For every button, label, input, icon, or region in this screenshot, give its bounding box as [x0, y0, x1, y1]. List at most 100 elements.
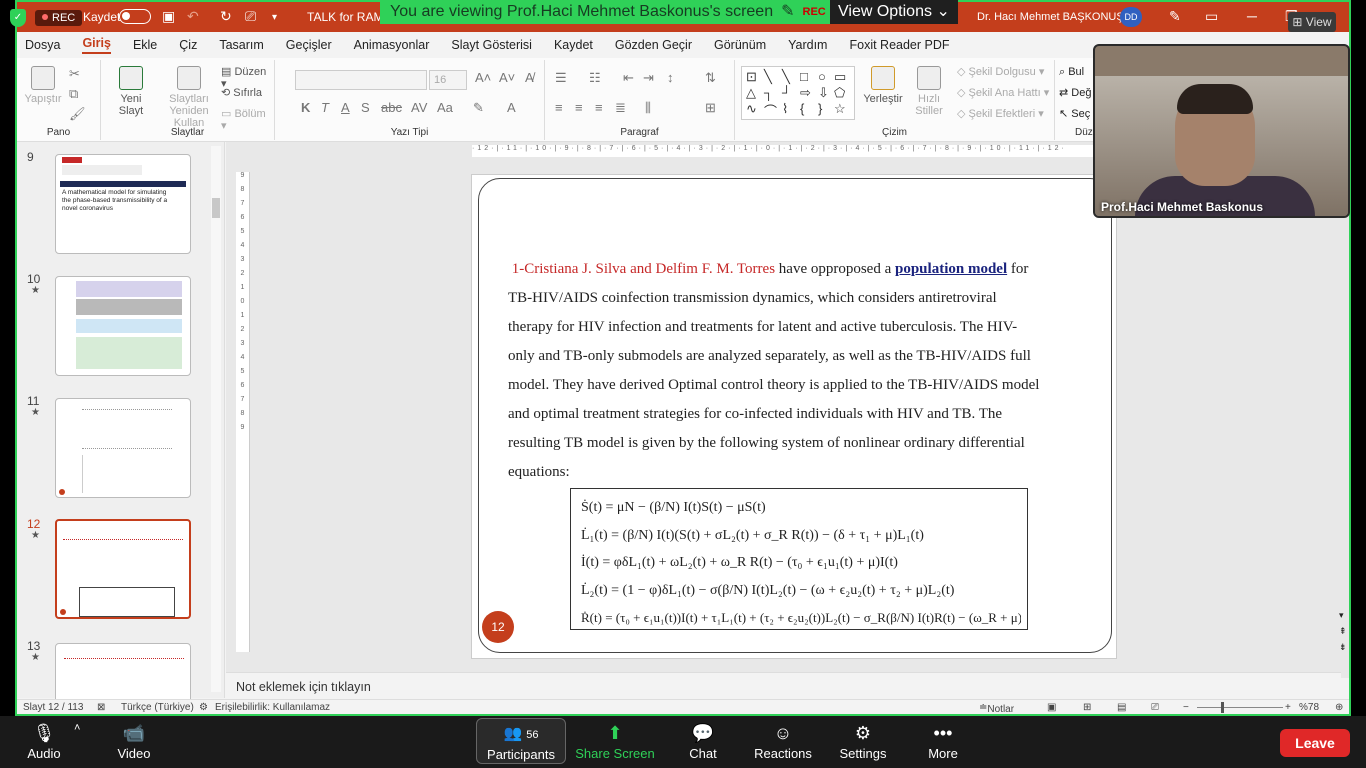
triangle-shape-icon[interactable]: △ — [746, 85, 756, 101]
select-button[interactable]: ↖ Seç — [1059, 108, 1090, 120]
highlight-icon[interactable]: ✎ — [473, 100, 484, 116]
minimize-icon[interactable]: ─ — [1247, 8, 1257, 24]
notes-pane[interactable]: Not eklemek için tıklayın — [226, 672, 1341, 696]
slide-thumbnail-12[interactable] — [55, 519, 191, 619]
zoom-in-icon[interactable]: + — [1285, 702, 1291, 713]
align-left-icon[interactable]: ≡ — [555, 100, 563, 115]
elbow-shape-icon[interactable]: ┐ — [764, 85, 773, 100]
cut-icon[interactable]: ✂ — [69, 66, 80, 82]
autosave-toggle[interactable] — [119, 9, 151, 24]
underline-icon[interactable]: A — [341, 100, 350, 115]
share-screen-button[interactable]: ⬆ Share Screen — [575, 722, 655, 761]
numbering-icon[interactable]: ☷ — [589, 70, 601, 86]
next-slide-icon[interactable]: ⇟ — [1339, 642, 1347, 653]
slide-thumbnail-11[interactable] — [55, 398, 191, 498]
bullets-icon[interactable]: ☰ — [555, 70, 567, 86]
brace-right-shape-icon[interactable]: } — [818, 101, 822, 116]
star-shape-icon[interactable]: ☆ — [834, 101, 846, 117]
tab-gorunum[interactable]: Görünüm — [714, 38, 766, 52]
shrink-font-icon[interactable]: A˅ — [499, 70, 515, 85]
slideshow-icon[interactable]: ⎚ — [1151, 702, 1159, 713]
line-spacing-icon[interactable]: ↕ — [667, 70, 674, 85]
smartart-icon[interactable]: ⊞ — [705, 100, 716, 116]
save-icon[interactable]: ▣ — [162, 8, 175, 25]
italic-icon[interactable]: T — [321, 100, 329, 115]
shapes-gallery[interactable]: ⊡ ╲ ╲ □ ○ ▭ △ ┐ ┘ ⇨ ⇩ ⬠ ∿ ⌒ ⌇ { } ☆ — [741, 66, 855, 120]
leave-button[interactable]: Leave — [1280, 729, 1350, 757]
oval-shape-icon[interactable]: ○ — [818, 69, 826, 84]
fit-slide-icon[interactable]: ⊕ — [1335, 702, 1343, 713]
population-model-link[interactable]: population model — [895, 261, 1007, 277]
arrange-button[interactable]: Yerleştir — [863, 66, 903, 105]
settings-button[interactable]: ⚙ Settings — [823, 722, 903, 761]
scroll-thumb[interactable] — [212, 198, 220, 218]
scroll-down-icon[interactable]: ▾ — [1339, 610, 1344, 621]
rect-shape-icon[interactable]: □ — [800, 69, 808, 84]
tab-ekle[interactable]: Ekle — [133, 38, 157, 52]
case-icon[interactable]: Aa — [437, 100, 453, 115]
tab-giris[interactable]: Giriş — [82, 36, 111, 54]
ribbon-display-icon[interactable]: ▭ — [1205, 8, 1218, 25]
bold-icon[interactable]: K — [301, 100, 310, 115]
new-slide-button[interactable]: Yeni Slayt — [109, 66, 153, 117]
audio-button[interactable]: 🎙 Audio — [4, 722, 84, 761]
zoom-level[interactable]: %78 — [1299, 702, 1319, 713]
text-direction-icon[interactable]: ⇅ — [705, 70, 716, 86]
tab-yardim[interactable]: Yardım — [788, 38, 827, 52]
tab-kaydet[interactable]: Kaydet — [554, 38, 593, 52]
rounded-rect-shape-icon[interactable]: ▭ — [834, 69, 846, 85]
accessibility-label[interactable]: Erişilebilirlik: Kullanılamaz — [215, 702, 330, 713]
slide-thumbnail-13[interactable] — [55, 643, 191, 703]
quick-styles-button[interactable]: Hızlı Stiller — [909, 66, 949, 117]
columns-icon[interactable]: ⫼ — [645, 100, 651, 116]
accessibility-icon[interactable]: ⚙ — [199, 702, 208, 713]
slide-sorter-icon[interactable]: ⊞ — [1083, 702, 1091, 713]
shadow-icon[interactable]: S — [361, 100, 370, 115]
arrow-shape-icon[interactable]: ╲ — [782, 69, 790, 85]
tab-animasyonlar[interactable]: Animasyonlar — [354, 38, 430, 52]
zoom-out-icon[interactable]: − — [1183, 702, 1189, 713]
shape-outline-button[interactable]: ◇ Şekil Ana Hattı ▾ — [957, 87, 1049, 99]
normal-view-icon[interactable]: ▣ — [1047, 702, 1056, 713]
font-color-icon[interactable]: A — [507, 100, 516, 115]
prev-slide-icon[interactable]: ⇞ — [1339, 626, 1347, 637]
redo-icon[interactable]: ↻ — [220, 8, 232, 25]
reuse-slides-button[interactable]: Slaytları Yeniden Kullan — [157, 66, 221, 129]
replace-button[interactable]: ⇄ Değ — [1059, 87, 1091, 99]
line-shape-icon[interactable]: ╲ — [764, 69, 772, 85]
justify-icon[interactable]: ≣ — [615, 100, 626, 116]
zoom-view-button[interactable]: ⊞ View — [1288, 12, 1336, 32]
brace-left-shape-icon[interactable]: { — [800, 101, 804, 116]
tab-ciz[interactable]: Çiz — [179, 38, 197, 52]
increase-indent-icon[interactable]: ⇥ — [643, 70, 654, 86]
connector-shape-icon[interactable]: ┘ — [782, 85, 791, 100]
reactions-button[interactable]: ☺ Reactions — [743, 722, 823, 761]
thumb-scrollbar[interactable] — [211, 146, 221, 692]
tab-gozden-gecir[interactable]: Gözden Geçir — [615, 38, 692, 52]
slide-thumbnail-10[interactable] — [55, 276, 191, 376]
font-name-combo[interactable] — [295, 70, 427, 90]
arc-shape-icon[interactable]: ⌒ — [764, 101, 777, 120]
notes-button[interactable]: ≐ Notlar — [979, 702, 1014, 714]
undo-icon[interactable]: ↶ — [187, 8, 199, 25]
font-size-combo[interactable]: 16 — [429, 70, 467, 90]
chat-button[interactable]: 💬 Chat — [663, 722, 743, 761]
more-button[interactable]: ••• More — [903, 722, 983, 761]
zoom-slider[interactable] — [1197, 707, 1283, 708]
tab-gecisler[interactable]: Geçişler — [286, 38, 332, 52]
decrease-indent-icon[interactable]: ⇤ — [623, 70, 634, 86]
find-button[interactable]: ⌕ Bul — [1059, 66, 1084, 78]
video-button[interactable]: 📹 Video — [94, 722, 174, 761]
current-slide[interactable]: 1-Cristiana J. Silva and Delfim F. M. To… — [471, 174, 1117, 659]
reset-button[interactable]: ⟲ Sıfırla — [221, 87, 262, 99]
account-name[interactable]: Dr. Hacı Mehmet BAŞKONUŞ — [977, 11, 1124, 23]
reading-view-icon[interactable]: ▤ — [1117, 702, 1126, 713]
language-label[interactable]: Türkçe (Türkiye) — [121, 702, 194, 713]
curve-shape-icon[interactable]: ∿ — [746, 101, 757, 117]
strikethrough-icon[interactable]: abc — [381, 100, 402, 115]
freeform-shape-icon[interactable]: ⌇ — [782, 101, 788, 117]
textbox-shape-icon[interactable]: ⊡ — [746, 69, 757, 85]
spacing-icon[interactable]: AV — [411, 100, 427, 115]
equation-box[interactable]: Ṡ(t) = μN − (β/N) I(t)S(t) − μS(t) L̇₁(t… — [570, 488, 1028, 630]
slide-body-text[interactable]: 1-Cristiana J. Silva and Delfim F. M. To… — [508, 255, 1043, 487]
